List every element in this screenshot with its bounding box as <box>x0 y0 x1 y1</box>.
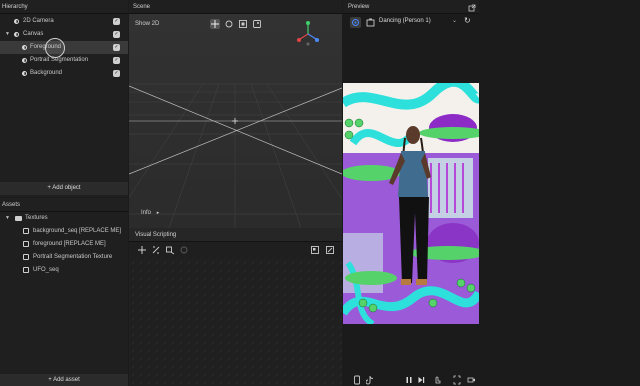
scene-grid <box>129 83 342 228</box>
info-label: Info <box>141 210 152 216</box>
hierarchy-title: Hierarchy <box>0 0 128 14</box>
folder-icon <box>15 216 22 221</box>
info-toggle[interactable]: Info ▸ <box>141 210 159 216</box>
object-icon <box>22 71 27 76</box>
assets-title: Assets <box>0 198 128 212</box>
assets-folder-textures[interactable]: ▼ Textures <box>0 212 128 225</box>
disabled-tool-icon <box>180 246 188 254</box>
refresh-icon[interactable]: ↻ <box>464 16 471 25</box>
expand-arrow-icon[interactable]: ▼ <box>5 28 10 41</box>
preview-image <box>343 83 479 324</box>
vs-toolbar <box>129 242 342 258</box>
hierarchy-item-2d-camera[interactable]: 2D Camera ✓ <box>0 15 128 28</box>
hierarchy-item-label: Portrait Segmentation <box>30 57 89 63</box>
phone-icon[interactable] <box>353 375 361 385</box>
info-arrow-icon: ▸ <box>156 210 160 216</box>
asset-label: Portrait Segmentation Texture <box>33 254 113 260</box>
expand-icon[interactable] <box>453 375 461 385</box>
patch-icon[interactable] <box>165 245 175 255</box>
preview-toolbar: Dancing (Person 1) ⌄ ↻ <box>343 15 479 30</box>
connect-icon[interactable] <box>151 245 161 255</box>
asset-label: foreground [REPLACE ME] <box>33 241 106 247</box>
visibility-checkbox[interactable]: ✓ <box>113 57 120 64</box>
external-window-icon[interactable] <box>468 4 476 12</box>
hierarchy-item-background[interactable]: Background ✓ <box>0 67 128 80</box>
object-icon <box>22 58 27 63</box>
image-icon <box>23 228 29 234</box>
video-select[interactable]: Dancing (Person 1) <box>379 18 431 24</box>
visibility-checkbox[interactable]: ✓ <box>113 18 120 25</box>
asset-item[interactable]: UFO_seq <box>0 264 128 277</box>
pause-icon[interactable] <box>405 375 413 385</box>
image-icon <box>23 267 29 273</box>
object-icon <box>14 32 19 37</box>
camera-toggle-icon[interactable] <box>350 17 361 28</box>
vs-canvas[interactable] <box>129 259 342 386</box>
object-icon <box>22 45 27 50</box>
add-node-icon[interactable] <box>137 245 147 255</box>
visibility-checkbox[interactable]: ✓ <box>113 70 120 77</box>
scale-tool-icon[interactable] <box>238 19 248 29</box>
hierarchy-item-label: Canvas <box>23 31 44 37</box>
preview-panel: Preview Dancing (Person 1) ⌄ ↻ <box>343 0 479 386</box>
hierarchy-item-portrait-segmentation[interactable]: Portrait Segmentation ✓ <box>0 54 128 67</box>
folder-label: Textures <box>25 215 48 221</box>
asset-item[interactable]: background_seq [REPLACE ME] <box>0 225 128 238</box>
asset-item[interactable]: foreground [REPLACE ME] <box>0 238 128 251</box>
touch-icon[interactable] <box>433 375 441 385</box>
fullscreen-icon[interactable] <box>325 245 335 255</box>
asset-label: UFO_seq <box>33 267 59 273</box>
expand-arrow-icon[interactable]: ▼ <box>5 212 10 225</box>
axis-gizmo-icon[interactable] <box>295 20 321 46</box>
preview-controls <box>343 374 479 386</box>
hierarchy-item-canvas[interactable]: ▼ Canvas ✓ <box>0 28 128 41</box>
tiktok-icon[interactable] <box>366 375 374 385</box>
rotate-tool-icon[interactable] <box>224 19 234 29</box>
visibility-checkbox[interactable]: ✓ <box>113 31 120 38</box>
preview-title-label: Preview <box>348 4 370 10</box>
hierarchy-item-label: Background <box>30 70 63 76</box>
preview-title: Preview <box>343 0 479 14</box>
right-empty-area <box>479 0 640 386</box>
preview-viewport[interactable] <box>343 83 479 324</box>
hierarchy-item-label: 2D Camera <box>23 18 54 24</box>
visual-scripting-panel: Visual Scripting <box>129 228 342 386</box>
scene-title: Scene <box>129 0 342 14</box>
add-asset-button[interactable]: + Add asset <box>0 374 128 386</box>
restart-icon[interactable] <box>417 375 425 385</box>
image-icon <box>23 254 29 260</box>
asset-label: background_seq [REPLACE ME] <box>33 228 122 234</box>
show-2d-toggle[interactable]: Show 2D <box>135 21 159 27</box>
hierarchy-item-foreground[interactable]: Foreground ✓ <box>0 38 128 58</box>
media-library-icon[interactable] <box>366 18 375 27</box>
record-icon[interactable] <box>467 375 476 385</box>
move-tool-icon[interactable] <box>210 19 220 29</box>
rect-tool-icon[interactable] <box>252 19 262 29</box>
hierarchy-panel: Hierarchy 2D Camera ✓ ▼ Canvas ✓ Foregro… <box>0 0 128 197</box>
visual-scripting-title: Visual Scripting <box>129 228 342 242</box>
add-object-button[interactable]: + Add object <box>0 182 128 195</box>
scene-panel: Scene Show 2D Info ▸ <box>129 0 342 228</box>
asset-item[interactable]: Portrait Segmentation Texture <box>0 251 128 264</box>
assets-panel: Assets ▼ Textures background_seq [REPLAC… <box>0 198 128 386</box>
scene-viewport[interactable]: Show 2D Info ▸ <box>129 14 342 228</box>
chevron-down-icon[interactable]: ⌄ <box>452 17 457 24</box>
image-icon <box>23 241 29 247</box>
object-icon <box>14 19 19 24</box>
zoom-fit-icon[interactable] <box>310 245 320 255</box>
visibility-checkbox[interactable]: ✓ <box>113 44 120 51</box>
